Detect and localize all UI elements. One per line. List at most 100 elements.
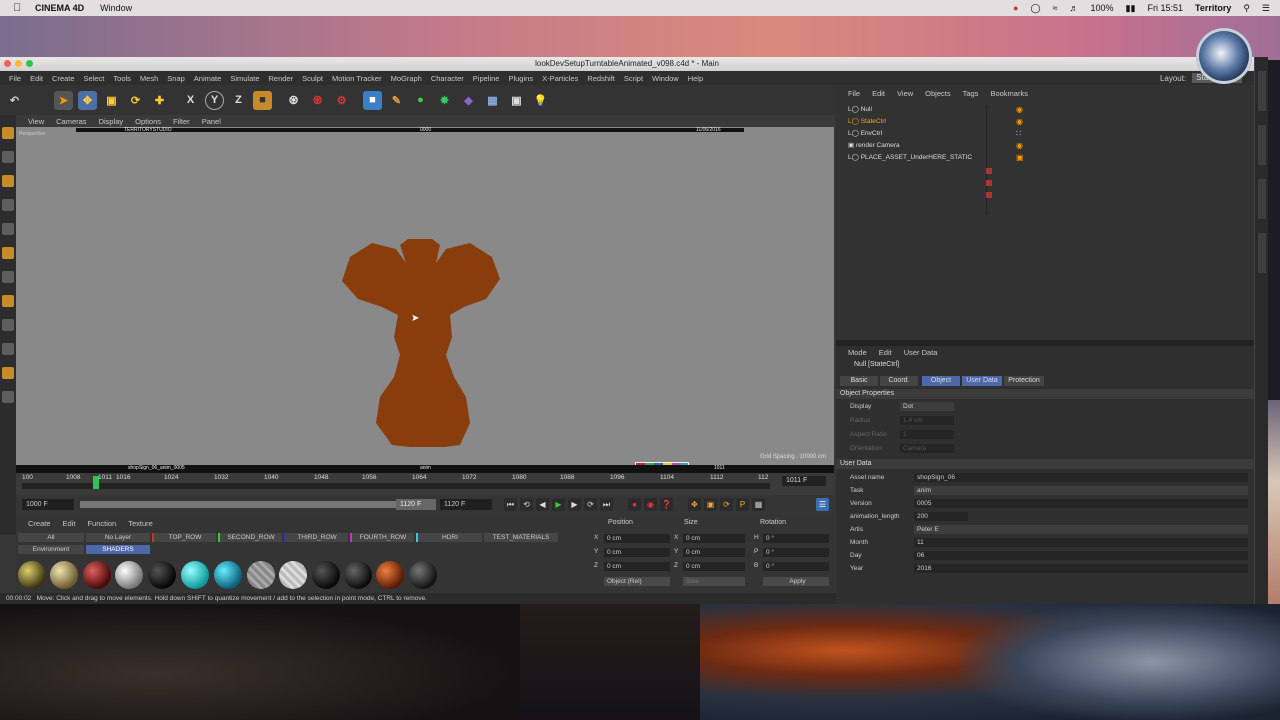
material-menu-texture[interactable]: Texture [128, 519, 153, 528]
material-swatch[interactable] [50, 561, 78, 589]
artist-dropdown[interactable]: Peter E [914, 525, 1248, 534]
play-icon[interactable]: ▶ [552, 498, 565, 511]
dock-tab[interactable] [1258, 233, 1266, 273]
scale-key-icon[interactable]: ▣ [704, 498, 717, 511]
live-selection-icon[interactable]: ➤ [54, 90, 73, 110]
material-menu-function[interactable]: Function [87, 519, 116, 528]
hidden-layer-tag[interactable] [986, 192, 992, 198]
prev-frame-icon[interactable]: ◀ [536, 498, 549, 511]
workplane-icon[interactable] [2, 199, 14, 211]
day-field[interactable]: 06 [914, 551, 1248, 560]
menu-render[interactable]: Render [269, 74, 294, 83]
move-tool-icon[interactable]: ✥ [78, 90, 97, 110]
timeline-ruler[interactable]: 100 1008 1011 1016 1024 1032 1040 1048 1… [16, 473, 834, 495]
coord-mode-dropdown[interactable]: Object (Rel) [604, 577, 670, 586]
spotlight-icon[interactable]: ⚲ [1243, 3, 1250, 14]
material-swatch[interactable] [214, 561, 242, 589]
version-field[interactable]: 0005 [914, 499, 1248, 508]
material-swatch[interactable] [312, 561, 340, 589]
tab-object[interactable]: Object [922, 376, 960, 386]
material-tab-no-layer[interactable]: No Layer [86, 533, 150, 542]
position-y-field[interactable]: 0 cm [604, 548, 670, 557]
rotate-tool-icon[interactable]: ⟳ [126, 91, 145, 110]
tab-protection[interactable]: Protection [1004, 376, 1044, 386]
material-menu-create[interactable]: Create [28, 519, 51, 528]
texture-mode-icon[interactable] [2, 175, 14, 187]
size-mode-dropdown[interactable]: Size [683, 577, 745, 586]
material-swatch[interactable] [148, 561, 176, 589]
material-swatch[interactable] [409, 561, 437, 589]
lock-workplane-icon[interactable] [2, 391, 14, 403]
render-view-icon[interactable]: ♼ [284, 91, 303, 110]
size-y-field[interactable]: 0 cm [683, 548, 745, 557]
pen-icon[interactable]: ✎ [387, 91, 406, 110]
record-icon[interactable]: ● [628, 498, 641, 511]
size-x-field[interactable]: 0 cm [683, 534, 745, 543]
menu-tools[interactable]: Tools [113, 74, 131, 83]
material-swatch[interactable] [279, 561, 307, 589]
menu-simulate[interactable]: Simulate [230, 74, 259, 83]
snap-icon[interactable] [2, 319, 14, 331]
battery-percent[interactable]: 100% [1091, 3, 1114, 13]
tag-icon[interactable]: ◉ [1016, 105, 1030, 117]
rotation-h-field[interactable]: 0 ° [763, 534, 829, 543]
tag-icon[interactable]: ◉ [1016, 141, 1030, 153]
dock-tab[interactable] [1258, 71, 1266, 111]
sculpt-icon[interactable] [2, 343, 14, 355]
animation-length-field[interactable]: 200 [914, 512, 968, 521]
year-field[interactable]: 2016 [914, 564, 1248, 573]
menu-mesh[interactable]: Mesh [140, 74, 158, 83]
rotation-p-field[interactable]: 0 ° [763, 548, 829, 557]
undo-icon[interactable]: ↶ [5, 91, 24, 110]
camera-icon[interactable]: ▣ [507, 91, 526, 110]
timeline-track[interactable] [22, 483, 770, 489]
om-menu-tags[interactable]: Tags [963, 89, 979, 98]
menu-edit[interactable]: Edit [30, 74, 43, 83]
display-dropdown[interactable]: Dot [900, 402, 954, 411]
menu-animate[interactable]: Animate [194, 74, 222, 83]
material-swatch[interactable] [83, 561, 111, 589]
viewport-menu-filter[interactable]: Filter [173, 117, 190, 126]
shield-icon[interactable]: ◯ [1030, 3, 1040, 14]
points-mode-icon[interactable] [2, 223, 14, 235]
app-menu-name[interactable]: CINEMA 4D [35, 3, 84, 13]
next-frame-icon[interactable]: ▶ [568, 498, 581, 511]
menu-create[interactable]: Create [52, 74, 75, 83]
minimize-icon[interactable] [15, 60, 22, 67]
viewport-menu-view[interactable]: View [28, 117, 44, 126]
position-key-icon[interactable]: ✥ [688, 498, 701, 511]
tag-icon[interactable]: ∷ [1016, 129, 1030, 141]
menu-select[interactable]: Select [84, 74, 105, 83]
end-frame-field[interactable]: 1120 F [440, 499, 492, 510]
3d-viewport[interactable]: Perspective TERRITORYSTUDIO 0000 11/06/2… [16, 127, 834, 501]
material-tab-second-row[interactable]: SECOND_ROW [218, 533, 282, 542]
menu-sculpt[interactable]: Sculpt [302, 74, 323, 83]
object-row-place-asset[interactable]: L◯ PLACE_ASSET_UnderHERE_STATIC [848, 152, 972, 164]
am-menu-user-data[interactable]: User Data [904, 348, 938, 357]
range-slider[interactable] [80, 501, 434, 508]
rotation-b-field[interactable]: 0 ° [763, 562, 829, 571]
hidden-layer-tag[interactable] [986, 168, 992, 174]
menu-pipeline[interactable]: Pipeline [473, 74, 500, 83]
task-dropdown[interactable]: anim [914, 486, 1248, 495]
material-swatch[interactable] [247, 561, 275, 589]
menubar-item-window[interactable]: Window [100, 3, 132, 13]
wifi-icon[interactable]: ≈ [1053, 3, 1058, 13]
material-tab-third-row[interactable]: THIRD_ROW [284, 533, 348, 542]
apple-icon[interactable]:  [13, 2, 25, 14]
tab-basic[interactable]: Basic [840, 376, 878, 386]
material-swatch[interactable] [115, 561, 143, 589]
make-editable-icon[interactable] [2, 127, 14, 139]
light-icon[interactable]: 💡 [531, 91, 550, 110]
menu-character[interactable]: Character [431, 74, 464, 83]
object-row-null[interactable]: L◯ Null [848, 104, 872, 116]
goto-end-icon[interactable]: ⏭ [600, 498, 613, 511]
viewport-menu-cameras[interactable]: Cameras [56, 117, 86, 126]
menu-snap[interactable]: Snap [167, 74, 185, 83]
axis-mode-icon[interactable] [2, 295, 14, 307]
viewport-menu-panel[interactable]: Panel [202, 117, 221, 126]
hidden-layer-tag[interactable] [986, 180, 992, 186]
prev-key-icon[interactable]: ⟲ [520, 498, 533, 511]
menu-help[interactable]: Help [688, 74, 703, 83]
menubar-user[interactable]: Territory [1195, 3, 1231, 13]
